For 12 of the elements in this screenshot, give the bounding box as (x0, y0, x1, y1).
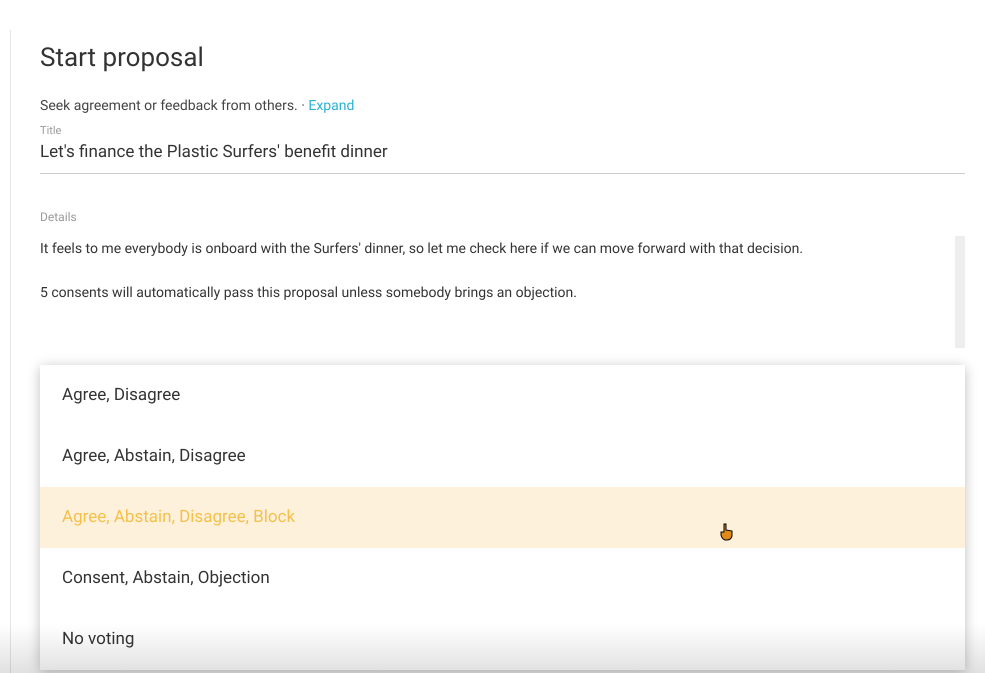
menu-item[interactable]: Consent, Abstain, Objection (40, 548, 965, 609)
details-paragraph: It feels to me everybody is onboard with the Surfers' dinner, so let me check here if we can move forward with that decision. (40, 240, 804, 259)
title-label: Title (40, 123, 62, 139)
details-paragraph: 5 consents will automatically pass this proposal unless somebody brings an objection. (40, 284, 578, 303)
dialog-title: Start proposal (40, 42, 204, 75)
menu-item[interactable]: Agree, Abstain, Disagree (40, 426, 965, 487)
title-field[interactable]: Let's finance the Plastic Surfers' benefit dinner (40, 140, 965, 174)
description-text: Seek agreement or feedback from others. · Expand (40, 97, 354, 116)
menu-item[interactable]: Agree, Disagree (40, 365, 965, 426)
details-label: Details (40, 209, 77, 226)
pointer-cursor-icon (720, 523, 734, 541)
menu-item[interactable]: No voting (40, 609, 965, 670)
